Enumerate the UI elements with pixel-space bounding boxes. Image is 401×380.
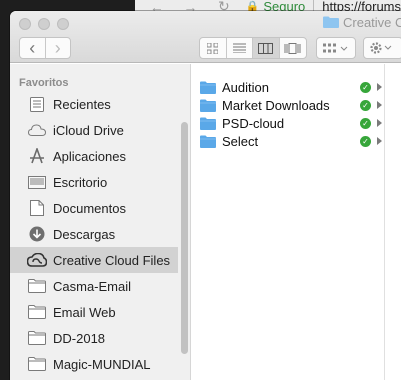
file-name: Audition [222, 79, 269, 95]
sidebar-item-label: Email Web [53, 304, 116, 320]
sidebar-item-label: Magic-MUNDIAL [53, 356, 151, 372]
chevron-left-icon: ‹ [29, 37, 36, 58]
file-name: Select [222, 133, 259, 149]
sidebar-item-escritorio[interactable]: Escritorio [10, 169, 178, 195]
nav-buttons: ‹ › [19, 37, 71, 59]
file-name: Market Downloads [222, 97, 330, 113]
sidebar-item-aplicaciones[interactable]: Aplicaciones [10, 143, 178, 169]
coverflow-view-button[interactable] [280, 38, 306, 58]
action-menu-button[interactable] [363, 37, 401, 59]
coverflow-view-icon [284, 42, 301, 54]
disclosure-arrow-icon [377, 137, 382, 145]
sidebar-item-label: Casma-Email [53, 278, 132, 294]
sidebar-item-label: Creative Cloud Files [53, 252, 171, 268]
list-view-icon [232, 43, 246, 53]
gear-icon [370, 42, 392, 54]
sidebar-item-recientes[interactable]: Recientes [10, 91, 178, 117]
sidebar-item-dd-2018[interactable]: DD-2018 [10, 325, 178, 351]
sync-status-icon: ✓ [360, 99, 371, 111]
disclosure-arrow-icon [377, 83, 382, 91]
creative-cloud-icon [27, 253, 47, 267]
disclosure-arrow-icon [377, 119, 382, 127]
icon-view-button[interactable] [200, 38, 227, 58]
title-folder-icon [323, 16, 339, 28]
forward-button[interactable]: › [46, 38, 71, 58]
arrange-grid-icon [323, 43, 348, 52]
back-button[interactable]: ‹ [20, 38, 46, 58]
sidebar-item-descargas[interactable]: Descargas [10, 221, 178, 247]
column-divider[interactable] [384, 64, 385, 380]
sidebar-item-label: Recientes [53, 96, 111, 112]
sidebar-item-label: Documentos [53, 200, 126, 216]
recents-icon [30, 96, 44, 112]
chevron-right-icon: › [54, 37, 61, 58]
sidebar-item-label: Aplicaciones [53, 148, 126, 164]
finder-window: Creative C ‹ › Favoritos Recientes iClou… [10, 11, 401, 380]
icon-view-icon [207, 42, 219, 54]
sidebar-item-label: iCloud Drive [53, 122, 124, 138]
sidebar-item-creative-cloud-files[interactable]: Creative Cloud Files [10, 247, 178, 273]
sidebar-item-icloud-drive[interactable]: iCloud Drive [10, 117, 178, 143]
sidebar-item-documentos[interactable]: Documentos [10, 195, 178, 221]
file-row-psd-cloud[interactable]: PSD-cloud ✓ [192, 114, 384, 132]
folder-icon [200, 135, 216, 148]
sidebar: Favoritos Recientes iCloud Drive Aplicac… [10, 64, 191, 380]
downloads-icon [29, 226, 45, 242]
sidebar-item-casma-email[interactable]: Casma-Email [10, 273, 178, 299]
file-row-select[interactable]: Select ✓ [192, 132, 384, 150]
sidebar-item-email-web[interactable]: Email Web [10, 299, 178, 325]
folder-icon [28, 305, 46, 319]
folder-icon [200, 117, 216, 130]
documents-icon [30, 200, 44, 216]
sync-status-icon: ✓ [360, 81, 371, 93]
sidebar-item-magic-mundial[interactable]: Magic-MUNDIAL [10, 351, 178, 377]
sync-status-icon: ✓ [360, 135, 371, 147]
folder-icon [200, 81, 216, 94]
folder-icon [28, 331, 46, 345]
arrange-menu-button[interactable] [316, 37, 356, 59]
sidebar-item-label: Descargas [53, 226, 116, 242]
view-mode-control [199, 37, 307, 59]
sidebar-item-label: Escritorio [53, 174, 108, 190]
zoom-button[interactable] [57, 18, 69, 30]
sidebar-scrollbar[interactable] [181, 122, 188, 354]
folder-icon [28, 279, 46, 293]
cloud-icon [28, 124, 46, 136]
file-row-audition[interactable]: Audition ✓ [192, 78, 384, 96]
file-row-market-downloads[interactable]: Market Downloads ✓ [192, 96, 384, 114]
close-button[interactable] [19, 18, 31, 30]
applications-icon [30, 148, 44, 164]
sidebar-item-label: DD-2018 [53, 330, 106, 346]
folder-icon [200, 99, 216, 112]
finder-titlebar: Creative C ‹ › [10, 11, 401, 63]
desktop-icon [28, 175, 46, 189]
disclosure-arrow-icon [377, 101, 382, 109]
minimize-button[interactable] [38, 18, 50, 30]
column-view-icon [258, 42, 274, 54]
window-title: Creative C [343, 15, 401, 30]
sidebar-heading: Favoritos [19, 77, 69, 89]
sync-status-icon: ✓ [360, 117, 371, 129]
file-name: PSD-cloud [222, 115, 285, 131]
folder-icon [28, 357, 46, 371]
list-view-button[interactable] [227, 38, 253, 58]
file-column: Audition ✓ Market Downloads ✓ PSD-cloud … [192, 64, 401, 380]
column-view-button[interactable] [253, 38, 280, 58]
